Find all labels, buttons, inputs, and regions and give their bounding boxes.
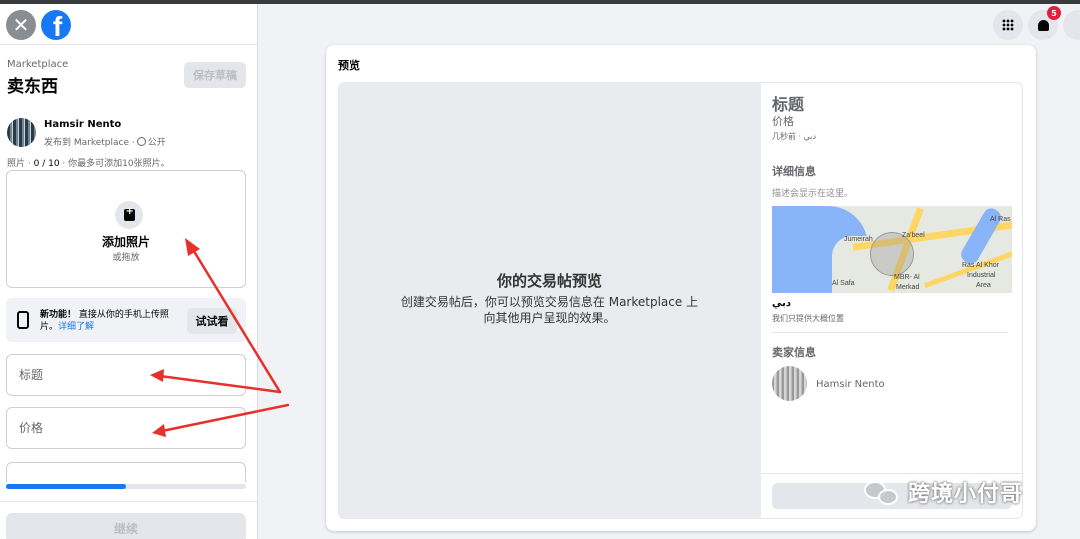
preview-price: 价格: [772, 115, 794, 128]
price-field[interactable]: [6, 407, 246, 449]
preview-stage: 你的交易帖预览 创建交易帖后，你可以预览交易信息在 Marketplace 上向…: [338, 82, 761, 519]
preview-main-title: 你的交易帖预览: [496, 272, 602, 290]
add-photo-dropzone[interactable]: 添加照片 或拖放: [6, 170, 246, 288]
photos-hint: · 你最多可添加10张照片。: [59, 159, 170, 169]
feature-text: 新功能！ 直接从你的手机上传照片。详细了解: [40, 309, 184, 333]
preview-title: 标题: [772, 95, 805, 114]
map-label: Industrial: [967, 272, 996, 279]
page-title: 卖东西: [7, 77, 58, 97]
new-feature-banner: 新功能！ 直接从你的手机上传照片。详细了解 试试看: [6, 298, 246, 342]
preview-details-panel: 标题 价格 几秒前 · دبي 详细信息 描述会显示在这里。 Jumeirah …: [761, 82, 1023, 519]
preview-heading: 预览: [338, 59, 360, 72]
post-target-label: 发布到 Marketplace ·: [44, 138, 135, 148]
map-label: Al Safa: [832, 280, 855, 287]
save-draft-button[interactable]: 保存草稿: [184, 62, 246, 88]
map-label: Ras Al Khor: [962, 262, 999, 269]
wechat-icon: [862, 477, 902, 507]
composer-panel: ✕ f Marketplace 卖东西 保存草稿 Hamsir Nento 发布…: [0, 4, 258, 539]
details-heading: 详细信息: [772, 165, 816, 178]
map-label: Al Ras: [990, 216, 1011, 223]
preview-card: 预览 你的交易帖预览 创建交易帖后，你可以预览交易信息在 Marketplace…: [326, 45, 1036, 531]
progress-bar: [6, 484, 246, 489]
phone-icon: [17, 311, 29, 329]
feature-prefix: 新功能！: [40, 310, 77, 320]
divider: [761, 473, 1022, 474]
approx-location-note: 我们只提供大概位置: [772, 314, 844, 323]
facebook-logo-icon[interactable]: f: [41, 10, 71, 40]
map-label: Merkad: [896, 284, 920, 291]
breadcrumb[interactable]: Marketplace: [7, 59, 68, 70]
drag-hint: 或拖放: [112, 253, 140, 263]
progress-fill: [6, 484, 126, 489]
map-label: Za'beel: [902, 232, 925, 239]
visibility-label: 公开: [147, 138, 166, 148]
close-icon[interactable]: ✕: [6, 10, 36, 40]
notification-badge: 5: [1047, 6, 1061, 20]
next-field[interactable]: [6, 462, 246, 482]
seller-avatar: [772, 366, 807, 401]
map-label: Area: [976, 282, 991, 289]
watermark-text: 跨境小付哥: [908, 482, 1024, 507]
title-input[interactable]: [19, 368, 229, 382]
title-field[interactable]: [6, 354, 246, 396]
city-name: دبي: [772, 298, 792, 309]
photos-label-text: 照片 ·: [7, 159, 31, 169]
seller-heading: 卖家信息: [772, 346, 816, 359]
menu-grid-icon[interactable]: [993, 10, 1023, 40]
try-it-button[interactable]: 试试看: [187, 308, 237, 334]
account-chevron-down-icon[interactable]: [1063, 10, 1080, 40]
preview-description: 创建交易帖后，你可以预览交易信息在 Marketplace 上向其他用户呈现的效…: [400, 295, 699, 325]
divider: [0, 501, 257, 502]
add-photo-label: 添加照片: [101, 235, 150, 249]
location-map: Jumeirah Za'beel Al Ras Ras Al Khor Indu…: [772, 206, 1012, 293]
photos-label: 照片 · 0 / 10 · 你最多可添加10张照片。: [7, 156, 170, 169]
photos-count: 0 / 10: [33, 159, 60, 169]
avatar[interactable]: [7, 118, 36, 147]
price-input[interactable]: [19, 421, 229, 435]
details-placeholder: 描述会显示在这里。: [772, 189, 854, 199]
post-target: 发布到 Marketplace · 公开: [44, 135, 166, 148]
seller-name: Hamsir Nento: [816, 379, 885, 390]
map-label: MBR- Al: [894, 274, 920, 281]
learn-more-link[interactable]: 详细了解: [58, 322, 94, 332]
user-name[interactable]: Hamsir Nento: [44, 119, 121, 130]
divider: [0, 44, 257, 45]
add-photo-icon: [115, 201, 143, 229]
divider: [772, 332, 1008, 333]
watermark: 跨境小付哥: [862, 476, 1023, 508]
map-label: Jumeirah: [844, 236, 873, 243]
next-button[interactable]: 继续: [6, 513, 246, 539]
globe-icon: [136, 137, 146, 146]
preview-time: 几秒前 · دبي: [772, 132, 817, 141]
